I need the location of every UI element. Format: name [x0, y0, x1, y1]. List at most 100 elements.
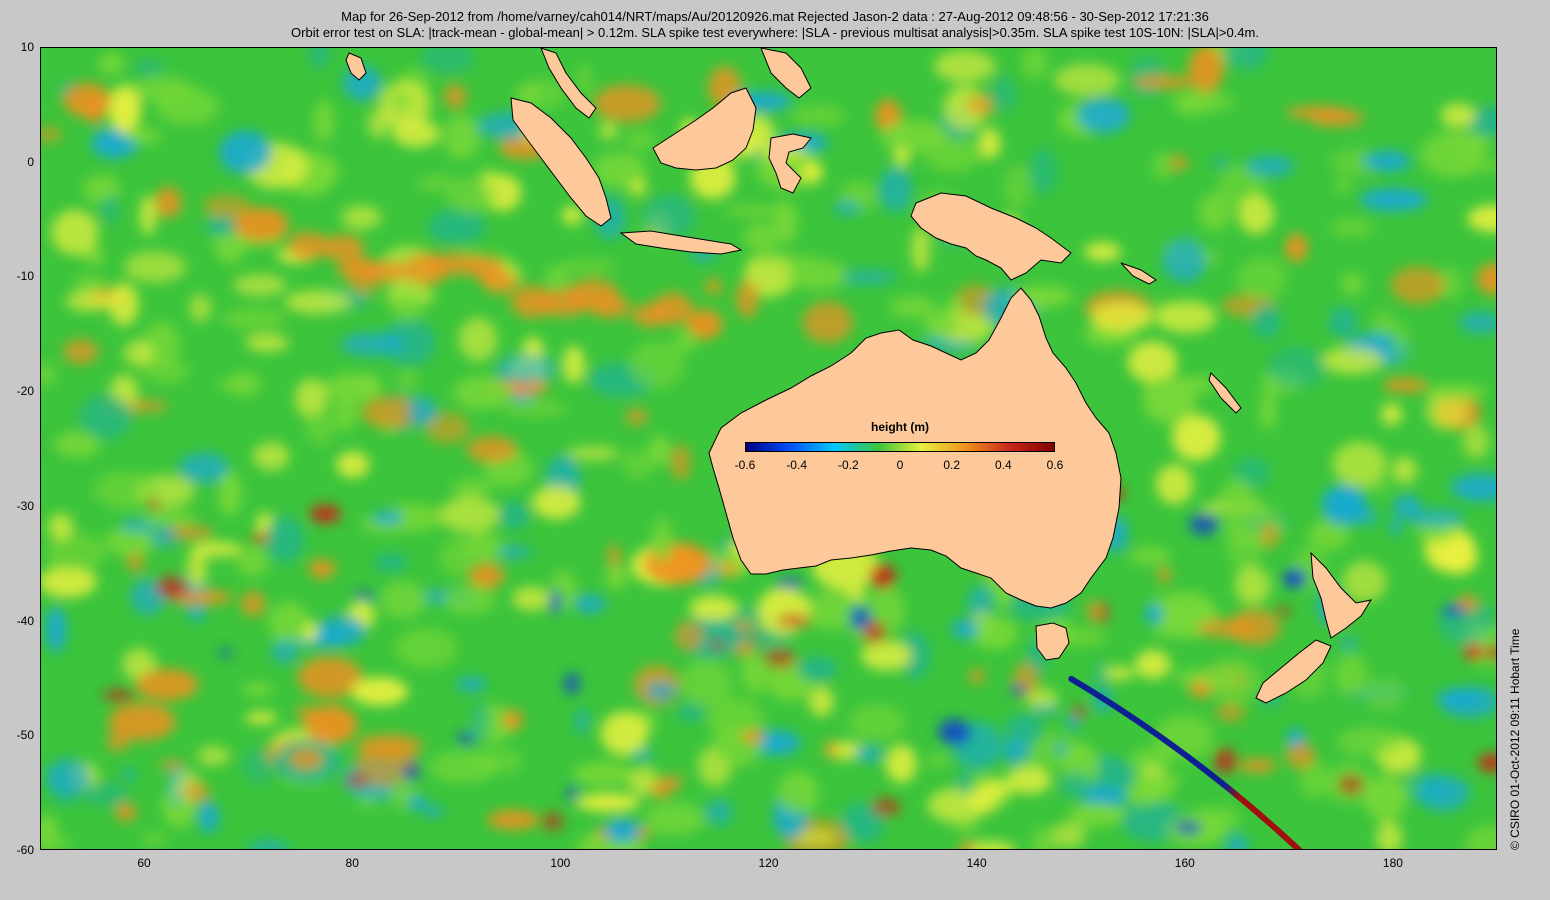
- anomaly-blob: [1392, 494, 1422, 520]
- colorbar-label: height (m): [871, 420, 929, 434]
- eddy-blob: [575, 708, 589, 735]
- eddy-blob: [271, 639, 297, 664]
- anomaly-blob: [785, 259, 848, 291]
- anomaly-blob: [124, 251, 186, 283]
- anomaly-blob: [63, 82, 111, 118]
- eddy-blob: [1213, 748, 1238, 774]
- anomaly-blob: [468, 563, 505, 589]
- anomaly-blob: [45, 758, 91, 796]
- anomaly-blob: [233, 274, 287, 297]
- anomaly-blob: [757, 587, 810, 635]
- anomaly-blob: [1440, 103, 1477, 128]
- y-tick-label: -40: [16, 613, 34, 628]
- anomaly-blob: [674, 620, 704, 651]
- anomaly-blob: [308, 559, 336, 578]
- anomaly-blob: [1155, 464, 1194, 505]
- anomaly-blob: [978, 127, 1001, 160]
- anomaly-blob: [341, 205, 382, 230]
- anomaly-blob: [335, 451, 370, 479]
- anomaly-blob: [198, 801, 219, 833]
- eddy-blob: [710, 639, 725, 651]
- anomaly-blob: [189, 293, 212, 323]
- anomaly-blob: [808, 686, 834, 717]
- anomaly-blob: [626, 408, 648, 426]
- eddy-blob: [1189, 513, 1219, 536]
- anomaly-blob: [45, 606, 67, 653]
- x-tick-label: 160: [1174, 856, 1195, 870]
- eddy-blob: [158, 759, 187, 771]
- eddy-blob: [871, 797, 901, 817]
- anomaly-blob: [463, 537, 496, 557]
- anomaly-blob: [487, 810, 540, 830]
- anomaly-blob: [80, 394, 132, 440]
- eddy-blob: [218, 648, 232, 658]
- eddy-blob: [1441, 605, 1466, 616]
- eddy-blob: [372, 510, 404, 525]
- anomaly-blob: [1152, 152, 1171, 180]
- eddy-blob: [407, 796, 427, 810]
- anomaly-blob: [673, 329, 697, 354]
- anomaly-blob: [439, 496, 500, 533]
- anomaly-blob: [1308, 109, 1365, 127]
- anomaly-blob: [680, 659, 733, 707]
- eddy-blob: [573, 594, 607, 614]
- high-anomaly-blob: [361, 260, 410, 283]
- eddy-blob: [1066, 713, 1080, 731]
- anomaly-blob: [268, 601, 309, 644]
- eddy-blob: [422, 806, 445, 817]
- anomaly-blob: [715, 562, 739, 577]
- colorbar-tick-label: 0.2: [943, 458, 960, 472]
- anomaly-blob: [197, 746, 231, 766]
- anomaly-blob: [443, 83, 467, 110]
- eddy-blob: [250, 533, 270, 543]
- eddy-blob: [645, 681, 677, 701]
- x-tick-label: 140: [966, 856, 987, 870]
- anomaly-blob: [772, 200, 798, 244]
- anomaly-blob: [1198, 192, 1232, 232]
- anomaly-blob: [1390, 266, 1446, 305]
- anomaly-blob: [1416, 775, 1470, 811]
- anomaly-blob: [885, 744, 917, 783]
- anomaly-blob: [218, 470, 242, 517]
- anomaly-blob: [233, 207, 289, 242]
- anomaly-blob: [447, 176, 498, 214]
- anomaly-blob: [1169, 155, 1188, 171]
- eddy-blob: [102, 688, 135, 703]
- anomaly-blob: [888, 295, 937, 319]
- anomaly-blob: [72, 275, 108, 292]
- anomaly-blob: [1260, 388, 1276, 431]
- eddy-blob: [155, 575, 189, 599]
- eddy-blob: [1009, 686, 1028, 695]
- anomaly-blob: [373, 553, 408, 572]
- anomaly-blob: [1134, 650, 1171, 679]
- anomaly-blob: [154, 186, 182, 219]
- high-anomaly-blob: [651, 292, 693, 325]
- anomaly-blob: [1003, 164, 1032, 210]
- anomaly-blob: [1077, 97, 1131, 133]
- anomaly-blob: [472, 748, 524, 775]
- anomaly-blob: [98, 52, 125, 75]
- anomaly-blob: [989, 75, 1017, 113]
- anomaly-blob: [407, 397, 438, 426]
- anomaly-blob: [1132, 75, 1195, 89]
- anomaly-blob: [427, 209, 486, 244]
- anomaly-blob: [1162, 237, 1207, 283]
- anomaly-blob: [264, 516, 305, 563]
- anomaly-blob: [245, 334, 290, 352]
- anomaly-blob: [1336, 727, 1403, 757]
- map-title-line-2: Orbit error test on SLA: |track-mean - g…: [291, 25, 1259, 40]
- eddy-blob: [1277, 606, 1290, 617]
- eddy-blob: [458, 731, 475, 746]
- eddy-blob: [1260, 523, 1280, 549]
- anomaly-blob: [1083, 242, 1122, 262]
- high-anomaly-blob: [320, 234, 365, 261]
- eddy-blob: [1463, 644, 1484, 660]
- anomaly-blob: [797, 656, 838, 682]
- anomaly-blob: [1267, 346, 1326, 389]
- anomaly-blob: [1229, 608, 1281, 646]
- copyright-credit: © CSIRO 01-Oct-2012 09:11 Hobart Time: [1508, 628, 1522, 850]
- eddy-blob: [607, 544, 621, 568]
- anomaly-blob: [501, 400, 567, 417]
- anomaly-blob: [1320, 346, 1384, 375]
- eddy-blob: [150, 525, 178, 548]
